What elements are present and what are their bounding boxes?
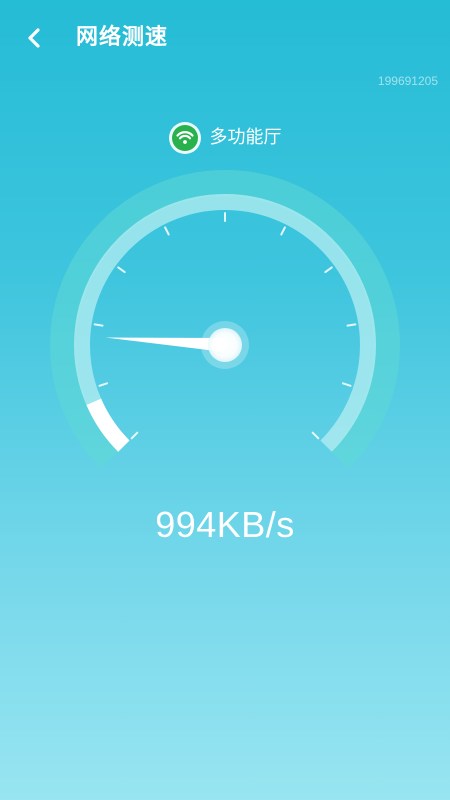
device-id-label: 199691205 [377,74,438,88]
gauge-tick [311,431,320,440]
gauge-tick [130,431,139,440]
gauge-tick [346,323,357,327]
gauge-hub-halo [201,321,249,369]
gauge-ticks [93,212,357,440]
speed-value: 994KB/s [155,504,295,545]
header: 网络测速 [0,8,450,72]
gauge-tick [98,382,109,387]
wifi-icon [168,122,201,154]
gauge-tick [341,382,352,387]
gauge-needle [105,337,226,352]
gauge-tick [117,266,126,274]
gauge-progress [86,398,130,452]
gauge-hub [208,328,242,362]
gauge-tick [280,226,286,236]
chevron-left-icon [28,28,40,48]
back-button[interactable] [18,20,54,56]
status-bar [0,0,450,8]
network-info: 多功能厅 [0,120,450,156]
network-name: 多功能厅 [209,127,282,148]
gauge-outer-ring [50,170,400,469]
gauge-tick [164,226,170,236]
page-title: 网络测速 [76,25,169,50]
gauge-scale-track [74,194,376,452]
gauge-tick [93,323,104,327]
gauge-tick [324,266,333,274]
